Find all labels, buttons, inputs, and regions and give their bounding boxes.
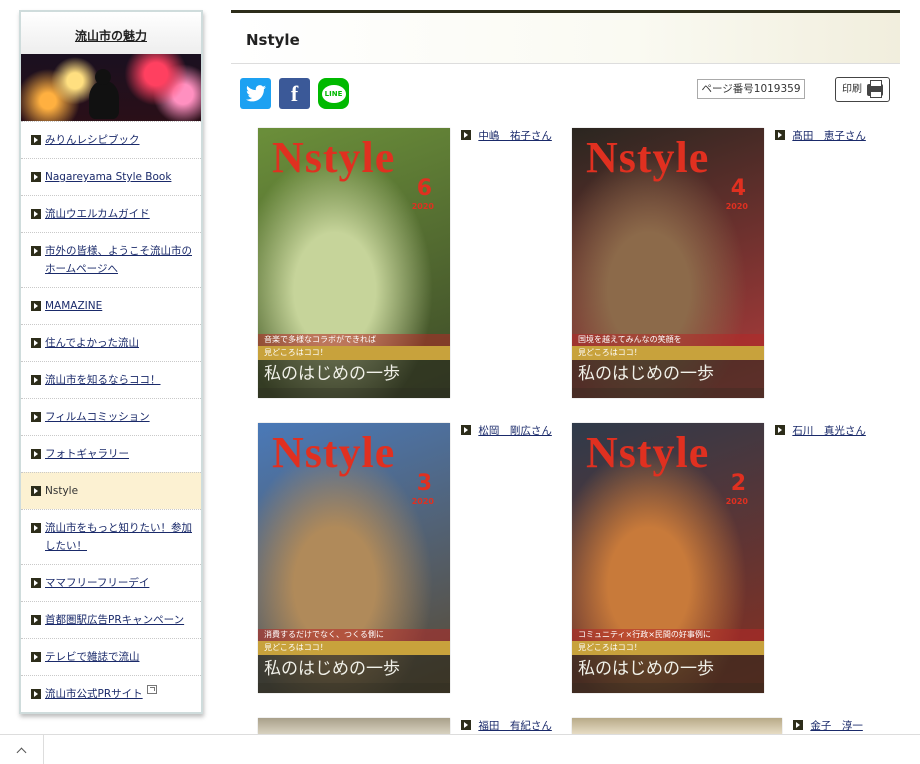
- sidebar-link[interactable]: 流山市を知るならココ！: [45, 371, 161, 389]
- twitter-share-button[interactable]: [240, 78, 271, 109]
- arrow-icon: [31, 135, 41, 145]
- mascot-silhouette: [89, 69, 119, 119]
- arrow-icon: [461, 720, 471, 730]
- line-share-button[interactable]: LINE: [318, 78, 349, 109]
- printer-icon: [867, 80, 883, 98]
- page-number-badge: ページ番号1019359: [697, 79, 805, 99]
- person-name-link[interactable]: 金子 淳一: [810, 720, 863, 732]
- sidebar-link[interactable]: 首都圏駅広告PRキャンペーン: [45, 611, 184, 629]
- arrow-icon: [31, 449, 41, 459]
- magazine-cover-image[interactable]: Nstyle 4 2020 国境を越えてみんなの笑顔を 見どころはココ！ 私のは…: [572, 128, 764, 398]
- person-link[interactable]: 中嶋 祐子さん: [461, 128, 557, 144]
- arrow-icon: [461, 425, 471, 435]
- arrow-icon: [31, 209, 41, 219]
- arrow-icon: [775, 130, 785, 140]
- sidebar-item-welcome-outside[interactable]: 市外の皆様、ようこそ流山市のホームページへ: [21, 232, 201, 287]
- facebook-icon: f: [290, 80, 299, 106]
- facebook-share-button[interactable]: f: [279, 78, 310, 109]
- sidebar-item-welcome-guide[interactable]: 流山ウエルカムガイド: [21, 195, 201, 232]
- sidebar-link[interactable]: ママフリーフリーデイ: [45, 574, 149, 592]
- magazine-cover-image[interactable]: Nstyle 2 2020 コミュニティ×行政×民間の好事例に 見どころはココ！…: [572, 423, 764, 693]
- arrow-icon: [31, 578, 41, 588]
- magazine-cover-image[interactable]: Nstyle 3 2020 消費するだけでなく、つくる側に 見どころはココ！ 私…: [258, 423, 450, 693]
- sidebar-item-tv-magazine[interactable]: テレビで雑誌で流山: [21, 638, 201, 675]
- sidebar-link[interactable]: 市外の皆様、ようこそ流山市のホームページへ: [45, 242, 195, 278]
- sidebar-item-mirin-recipe-book[interactable]: みりんレシピブック: [21, 121, 201, 158]
- arrow-icon: [31, 412, 41, 422]
- arrow-icon: [31, 375, 41, 385]
- sidebar-link[interactable]: 流山市をもっと知りたい！参加したい！: [45, 519, 195, 555]
- main-content: Nstyle f LINE ページ番号1019359 印刷: [231, 10, 900, 114]
- arrow-icon: [461, 130, 471, 140]
- sidebar-link[interactable]: フォトギャラリー: [45, 445, 129, 463]
- person-link[interactable]: 松岡 剛広さん: [461, 423, 557, 439]
- sidebar: 流山市の魅力 みりんレシピブック Nagareyama Style Book 流…: [19, 10, 203, 714]
- sidebar-link[interactable]: 流山市公式PRサイト: [45, 685, 143, 703]
- sidebar-link[interactable]: テレビで雑誌で流山: [45, 648, 140, 666]
- sidebar-link[interactable]: 流山ウエルカムガイド: [45, 205, 150, 223]
- magazine-cover-image[interactable]: [258, 718, 450, 734]
- sidebar-link[interactable]: フィルムコミッション: [45, 408, 150, 426]
- print-label: 印刷: [842, 84, 862, 95]
- sidebar-nav-list: みりんレシピブック Nagareyama Style Book 流山ウエルカムガ…: [21, 121, 201, 712]
- sidebar-item-photo-gallery[interactable]: フォトギャラリー: [21, 435, 201, 472]
- external-link-icon: [146, 685, 157, 694]
- sidebar-link[interactable]: Nagareyama Style Book: [45, 168, 171, 186]
- arrow-icon: [31, 246, 41, 256]
- person-link[interactable]: 髙田 恵子さん: [775, 128, 871, 144]
- magazine-cover-image[interactable]: [572, 718, 782, 734]
- person-name-link[interactable]: 髙田 恵子さん: [792, 130, 866, 142]
- sidebar-title[interactable]: 流山市の魅力: [21, 12, 201, 54]
- print-button[interactable]: 印刷: [835, 77, 890, 102]
- arrow-icon: [31, 652, 41, 662]
- arrow-icon: [31, 172, 41, 182]
- arrow-icon: [31, 689, 41, 699]
- person-link[interactable]: 福田 有紀さん: [461, 718, 557, 734]
- fireworks-banner-image: [21, 54, 201, 121]
- arrow-icon: [31, 523, 41, 533]
- person-name-link[interactable]: 松岡 剛広さん: [478, 425, 552, 437]
- arrow-icon: [793, 720, 803, 730]
- bottom-toolbar: [0, 734, 920, 764]
- sidebar-item-film-commission[interactable]: フィルムコミッション: [21, 398, 201, 435]
- arrow-icon: [31, 338, 41, 348]
- arrow-icon: [31, 615, 41, 625]
- scroll-up-button[interactable]: [0, 735, 44, 764]
- sidebar-item-nstyle[interactable]: Nstyle: [21, 472, 201, 509]
- person-link[interactable]: 石川 真光さん: [775, 423, 871, 439]
- line-icon: LINE: [318, 78, 349, 109]
- sidebar-item-know-nagareyama[interactable]: 流山市を知るならココ！: [21, 361, 201, 398]
- sidebar-item-participate[interactable]: 流山市をもっと知りたい！参加したい！: [21, 509, 201, 564]
- magazine-cover-image[interactable]: Nstyle 6 2020 音楽で多様なコラボができれば 見どころはココ！ 私の…: [258, 128, 450, 398]
- sidebar-current-label: Nstyle: [45, 485, 79, 497]
- sidebar-item-official-pr-site[interactable]: 流山市公式PRサイト: [21, 675, 201, 712]
- person-name-link[interactable]: 石川 真光さん: [792, 425, 866, 437]
- sidebar-link[interactable]: MAMAZINE: [45, 297, 102, 315]
- person-link[interactable]: 金子 淳一: [793, 718, 889, 734]
- sidebar-link[interactable]: みりんレシピブック: [45, 131, 140, 149]
- sidebar-item-mama-free-day[interactable]: ママフリーフリーデイ: [21, 564, 201, 601]
- sidebar-item-good-to-live[interactable]: 住んでよかった流山: [21, 324, 201, 361]
- arrow-icon: [31, 301, 41, 311]
- twitter-icon: [240, 78, 271, 109]
- sidebar-item-style-book[interactable]: Nagareyama Style Book: [21, 158, 201, 195]
- sidebar-item-mamazine[interactable]: MAMAZINE: [21, 287, 201, 324]
- arrow-icon: [31, 486, 41, 496]
- person-name-link[interactable]: 中嶋 祐子さん: [478, 130, 552, 142]
- sidebar-item-station-pr[interactable]: 首都圏駅広告PRキャンペーン: [21, 601, 201, 638]
- page-title: Nstyle: [231, 10, 900, 64]
- sidebar-link[interactable]: 住んでよかった流山: [45, 334, 139, 352]
- arrow-icon: [775, 425, 785, 435]
- person-name-link[interactable]: 福田 有紀さん: [478, 720, 552, 732]
- chevron-up-icon: [16, 747, 27, 757]
